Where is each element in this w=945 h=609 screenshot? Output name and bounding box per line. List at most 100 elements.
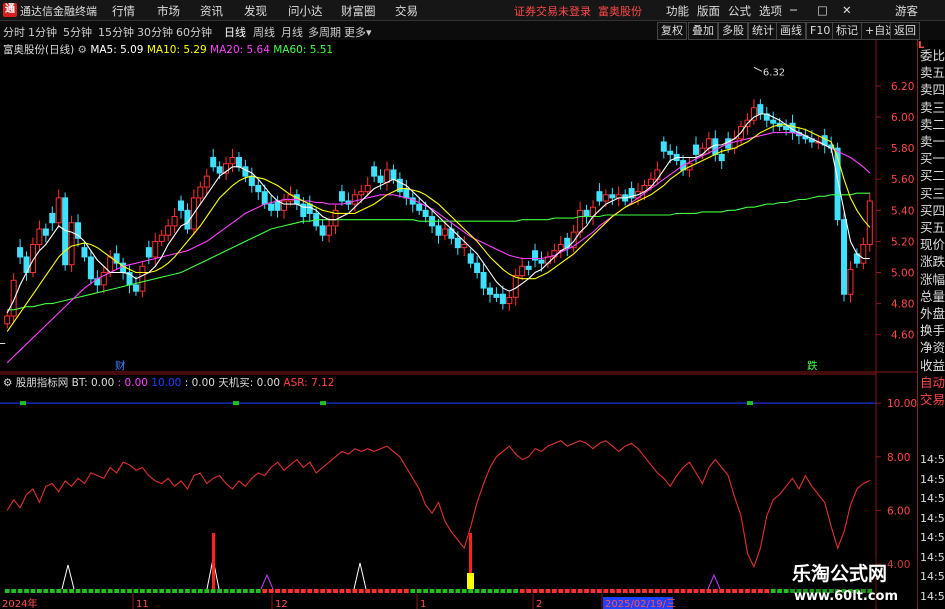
signal-bar [584,589,589,593]
candle-body [519,265,526,277]
side-time-6: 14:56 [920,570,945,583]
signal-bar [4,589,10,593]
restore-icon[interactable]: □ [817,3,828,17]
l-switch[interactable]: L [918,40,945,54]
candle-body [667,150,674,155]
menu-market[interactable]: 市场 [157,3,180,19]
tab-15min[interactable]: 15分钟 [98,24,134,40]
signal-bar [333,589,338,593]
asr-value: ASR: 7.12 [283,377,335,389]
candle-body [583,209,590,218]
signal-bar [107,589,113,593]
tab-5min[interactable]: 5分钟 [63,24,92,40]
tab-multi-period[interactable]: 多周期 [308,24,341,40]
candle-body [338,191,345,202]
draw-line-button[interactable]: 画线 [776,22,806,40]
die-marker: 跌 [807,359,818,372]
bt-value: BT: 0.00 [71,377,115,389]
mark-button[interactable]: 标记 [832,22,862,40]
signal-bar [757,589,763,593]
price-tick-label: 6.00 [891,112,914,124]
tab-1min[interactable]: 1分钟 [28,24,57,40]
candle-body [506,296,513,305]
candle-body [4,315,11,325]
date-label: 2025/02/19/三 [605,599,676,609]
price-chart[interactable]: 6.20 6.00 5.80 5.60 5.40 5.20 5.00 4.80 4.60 6.32… [0,40,917,373]
signal-bar [391,589,396,593]
candle-body [132,284,139,292]
side-label-20[interactable]: 交易 [920,391,945,408]
menu-discover[interactable]: 发现 [244,3,267,19]
menu-options[interactable]: 选项 [759,3,782,19]
candle-body [525,265,532,270]
candle-body [152,240,159,258]
settings-icon[interactable]: ⚙ [3,377,12,389]
multi-stock-button[interactable]: 多股 [718,22,748,40]
menu-formula[interactable]: 公式 [728,3,751,19]
signal-bar [416,589,422,593]
signal-bar [680,589,686,593]
high-label: 6.32 [763,67,785,78]
tab-30min[interactable]: 30分钟 [137,24,173,40]
candle-body [351,194,358,205]
signal-bar [101,589,107,593]
candle-body [255,184,262,193]
signal-bar [249,589,255,593]
f10-button[interactable]: F10 [806,22,835,40]
chart-bg [0,40,917,373]
tab-monthly[interactable]: 月线 [281,24,303,40]
tab-daily[interactable]: 日线 [224,24,246,40]
signal-bar [94,589,100,593]
candle-body [55,197,62,224]
restore-rights-button[interactable]: 复权 [657,22,687,40]
signal-bar [62,589,68,593]
signal-bar [539,589,544,593]
v2-value: 10.00 [151,377,182,389]
menu-layout[interactable]: 版面 [697,3,720,19]
tab-weekly[interactable]: 周线 [253,24,275,40]
candle-body [36,228,43,246]
menu-trade[interactable]: 交易 [395,3,418,19]
signal-bar [230,589,235,593]
candle-body [87,256,94,280]
signal-bar [674,589,680,593]
signal-bar [191,589,197,593]
side-label-19[interactable]: 自动 [920,374,945,391]
candle-body [486,287,493,295]
side-label-11: 现价 [920,237,945,253]
menu-ask[interactable]: 问小达 [288,3,323,19]
price-tick-label: 5.40 [891,205,914,217]
indicator-chart[interactable]: 10.008.006.004.002024年 11 12 1 2 2025/02/19/三 [0,373,917,609]
statistics-button[interactable]: 统计 [748,22,778,40]
tab-more[interactable]: 更多▾ [344,24,372,40]
back-button[interactable]: 返回 [890,22,920,40]
candle-body [17,247,24,258]
bt-marker [747,401,753,406]
candle-body [416,203,423,211]
signal-bar [609,589,615,593]
menu-news[interactable]: 资讯 [200,3,223,19]
settings-icon[interactable]: ⚙ [78,44,87,56]
signal-bar [281,589,287,593]
overlay-button[interactable]: 叠加 [688,22,718,40]
candle-body [197,186,204,199]
candle-body [841,219,848,295]
ma5-label: MA5: 5.09 [90,44,144,56]
guest-label[interactable]: 游客 [895,3,918,19]
menu-function[interactable]: 功能 [666,3,689,19]
candle [62,192,69,271]
candle-body [654,169,661,180]
candle-body [235,156,242,168]
signal-bar [11,589,17,593]
signal-bar [146,589,152,593]
candle-body [480,272,487,289]
candle [841,212,848,302]
menu-quotes[interactable]: 行情 [112,3,135,19]
tab-60min[interactable]: 60分钟 [176,24,212,40]
candle-body [712,138,719,155]
minimize-icon[interactable]: ─ [790,3,797,17]
candle-body [384,169,391,183]
tab-timeshare[interactable]: 分时 [3,24,25,40]
menu-wealth[interactable]: 财富圈 [341,3,376,19]
close-icon[interactable]: ✕ [842,3,852,17]
